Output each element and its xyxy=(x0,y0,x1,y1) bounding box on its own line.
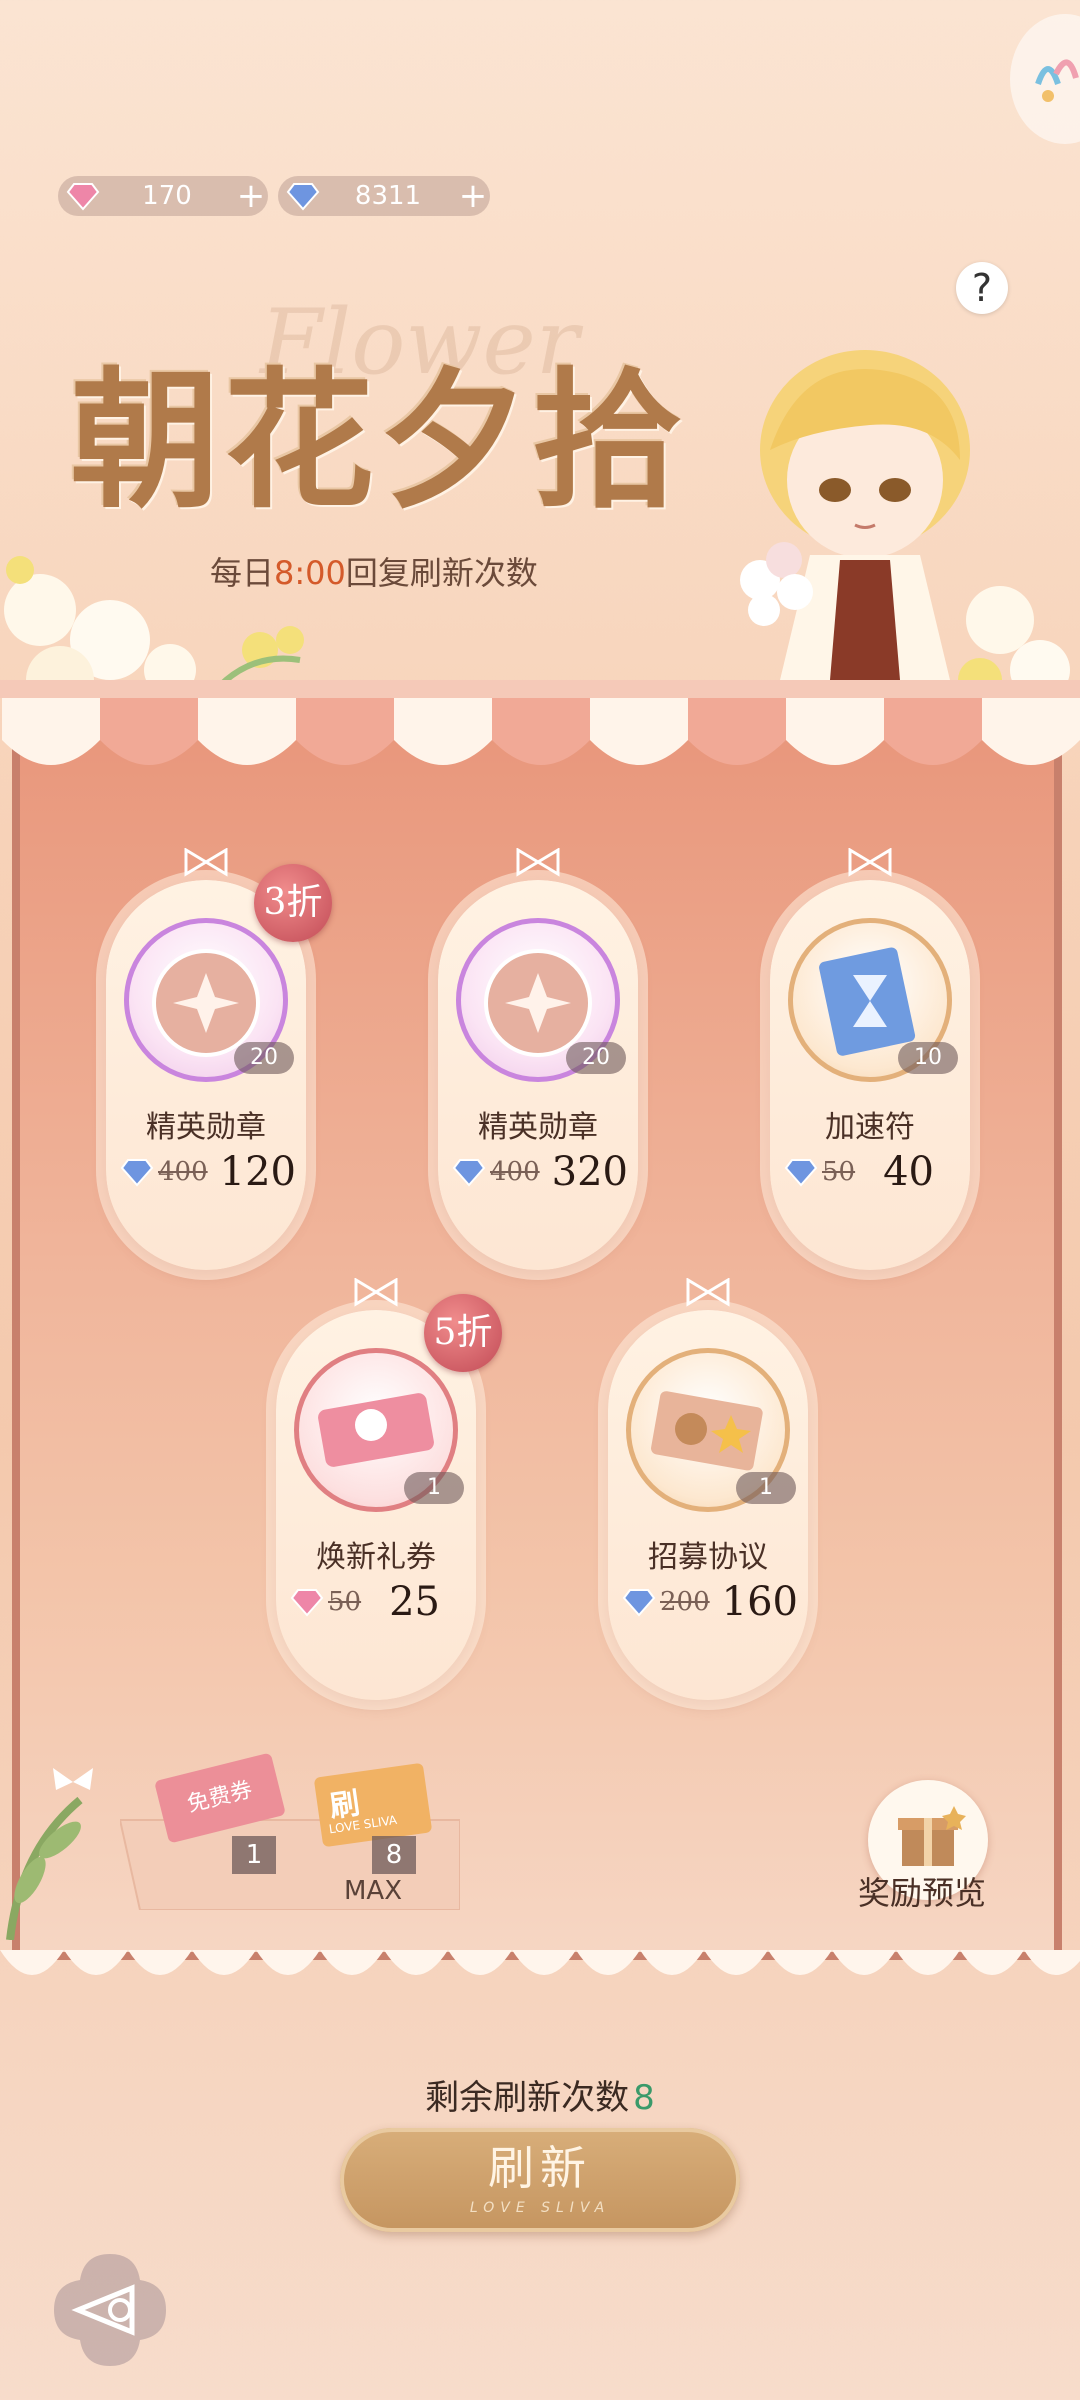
awning-stripe xyxy=(394,698,492,765)
item-sale-price: 120 xyxy=(219,1149,296,1195)
awning-stripe xyxy=(982,698,1080,765)
shop-item-elite-medal-2[interactable]: 20 精英勋章 400 320 xyxy=(438,848,638,1270)
item-name: 招募协议 xyxy=(648,1540,768,1575)
awning-stripe xyxy=(884,698,982,765)
trim-scallop xyxy=(960,1950,1024,1975)
back-button[interactable] xyxy=(50,2250,170,2370)
item-price: 50 40 xyxy=(784,1149,964,1195)
refresh-button-brand: LOVE SLIVA xyxy=(469,2200,611,2216)
trim-scallop xyxy=(768,1950,832,1975)
discount-badge: 5折 xyxy=(424,1294,502,1372)
bow-icon xyxy=(516,848,560,877)
pink-gem-value: 170 xyxy=(142,181,192,211)
help-button[interactable]: ? xyxy=(956,262,1008,314)
blue-gem-icon xyxy=(452,1159,486,1187)
bow-icon xyxy=(848,848,892,877)
item-sale-price: 160 xyxy=(721,1579,798,1625)
item-count: 20 xyxy=(566,1042,626,1074)
blue-gem-balance: 8311 + xyxy=(278,176,490,216)
trim-scallop xyxy=(640,1950,704,1975)
refresh-button-label: 刷新 xyxy=(488,2141,592,2195)
awning-stripe xyxy=(590,698,688,765)
panel-bottom-trim xyxy=(0,1950,1080,1975)
blue-gem-icon xyxy=(286,183,320,211)
item-sale-price: 40 xyxy=(883,1149,934,1195)
trim-scallop xyxy=(576,1950,640,1975)
blue-gem-value: 8311 xyxy=(354,181,422,211)
blue-gem-icon xyxy=(784,1159,818,1187)
item-original-price: 200 xyxy=(660,1587,710,1617)
item-count: 10 xyxy=(898,1042,958,1074)
item-price: 50 25 xyxy=(290,1579,470,1625)
item-original-price: 50 xyxy=(328,1587,362,1617)
shop-item-speedup[interactable]: 10 加速符 50 40 xyxy=(770,848,970,1270)
reward-preview-label: 奖励预览 xyxy=(858,1874,987,1912)
item-sale-price: 320 xyxy=(551,1149,628,1195)
shop-awning xyxy=(0,680,1080,765)
corner-menu-icon[interactable] xyxy=(1010,14,1080,144)
awning-stripe xyxy=(688,698,786,765)
trim-scallop xyxy=(128,1950,192,1975)
pink-gem-icon xyxy=(290,1589,324,1617)
item-count: 1 xyxy=(736,1472,796,1504)
awning-stripe xyxy=(2,698,100,765)
item-count: 1 xyxy=(404,1472,464,1504)
pink-gem-add-button[interactable]: + xyxy=(234,176,268,216)
awning-stripe xyxy=(296,698,394,765)
awning-stripe xyxy=(786,698,884,765)
item-price: 400 320 xyxy=(452,1149,632,1195)
blue-gem-icon xyxy=(120,1159,154,1187)
plant-decoration xyxy=(6,1796,83,1940)
item-original-price: 50 xyxy=(822,1157,856,1187)
refresh-ticket-count: 8 xyxy=(372,1836,416,1874)
awning-stripe xyxy=(100,698,198,765)
item-price: 200 160 xyxy=(622,1579,802,1625)
free-ticket-count: 1 xyxy=(232,1836,276,1874)
item-name: 精英勋章 xyxy=(146,1110,266,1145)
trim-scallop xyxy=(448,1950,512,1975)
trim-scallop xyxy=(320,1950,384,1975)
remaining-refresh: 剩余刷新次数 8 xyxy=(425,2078,655,2118)
trim-scallop xyxy=(832,1950,896,1975)
trim-scallop xyxy=(1024,1950,1080,1975)
item-sale-price: 25 xyxy=(389,1579,440,1625)
pink-gem-balance: 170 + xyxy=(58,176,268,216)
bow-icon xyxy=(686,1278,730,1307)
trim-scallop xyxy=(896,1950,960,1975)
bow-icon xyxy=(354,1278,398,1307)
item-name: 精英勋章 xyxy=(478,1110,598,1145)
pink-gem-icon xyxy=(66,183,100,211)
discount-badge: 3折 xyxy=(254,864,332,942)
item-count: 20 xyxy=(234,1042,294,1074)
bow-icon xyxy=(184,848,228,877)
shop-item-recruit-agreement[interactable]: 1 招募协议 200 160 xyxy=(608,1278,808,1700)
awning-stripe xyxy=(492,698,590,765)
refresh-ticket-max: MAX xyxy=(344,1876,403,1906)
trim-scallop xyxy=(192,1950,256,1975)
blue-gem-add-button[interactable]: + xyxy=(456,176,490,216)
item-name: 加速符 xyxy=(825,1110,915,1145)
item-original-price: 400 xyxy=(158,1157,208,1187)
trim-scallop xyxy=(256,1950,320,1975)
trim-scallop xyxy=(0,1950,64,1975)
item-price: 400 120 xyxy=(120,1149,300,1195)
trim-scallop xyxy=(64,1950,128,1975)
item-original-price: 400 xyxy=(490,1157,540,1187)
awning-stripe xyxy=(198,698,296,765)
blue-gem-icon xyxy=(622,1589,656,1617)
refresh-button[interactable]: 刷新 LOVE SLIVA xyxy=(340,2128,740,2232)
trim-scallop xyxy=(704,1950,768,1975)
item-name: 焕新礼券 xyxy=(316,1540,436,1575)
trim-scallop xyxy=(384,1950,448,1975)
page-title: 朝花夕拾 xyxy=(70,353,687,529)
trim-scallop xyxy=(512,1950,576,1975)
